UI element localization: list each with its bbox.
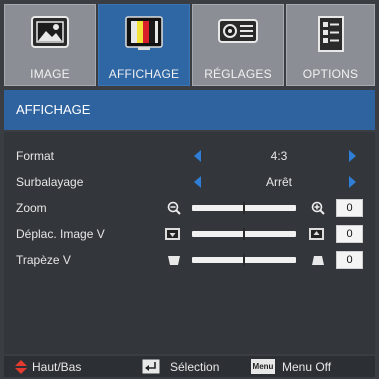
tab-affichage[interactable]: AFFICHAGE: [98, 4, 190, 86]
setting-label: Déplac. Image V: [16, 227, 105, 241]
options-list-icon: [316, 15, 346, 58]
image-shift-slider[interactable]: [192, 228, 296, 240]
keystone-slider[interactable]: [192, 254, 296, 266]
setting-trapeze-v[interactable]: Trapèze V 0: [4, 250, 375, 272]
slider-knob[interactable]: [243, 202, 245, 214]
keystone-value-box: 0: [336, 251, 363, 269]
zoom-out-icon[interactable]: [167, 201, 181, 215]
setting-zoom[interactable]: Zoom 0: [4, 198, 375, 220]
image-shift-value-box: 0: [336, 225, 363, 243]
slider-knob[interactable]: [243, 228, 245, 240]
osd-menu: IMAGE AFFICHAGE RÉGLAGES OPTIONS AFFICHA…: [0, 0, 379, 379]
slider-knob[interactable]: [243, 254, 245, 266]
arrow-right-icon[interactable]: [349, 150, 356, 162]
tab-label: OPTIONS: [302, 67, 359, 81]
image-shift-up-icon[interactable]: [308, 227, 325, 241]
setting-value: 4:3: [270, 149, 288, 163]
tab-label: AFFICHAGE: [108, 67, 180, 81]
picture-icon: [30, 15, 70, 54]
tab-label: IMAGE: [30, 67, 70, 81]
up-down-arrow-icon: [14, 360, 28, 379]
menu-key-icon: Menu: [251, 359, 275, 374]
setting-label: Trapèze V: [16, 253, 71, 267]
keystone-minus-icon[interactable]: [167, 253, 181, 267]
tab-image[interactable]: IMAGE: [4, 4, 96, 86]
setting-label: Surbalayage: [16, 175, 84, 189]
display-color-bars-icon: [124, 15, 164, 56]
setting-value: Arrêt: [265, 175, 292, 189]
setting-format[interactable]: Format 4:3: [4, 146, 375, 168]
zoom-value-box: 0: [336, 199, 363, 217]
zoom-in-icon[interactable]: [311, 201, 325, 215]
tab-bar: IMAGE AFFICHAGE RÉGLAGES OPTIONS: [4, 4, 375, 88]
projector-icon: [216, 15, 260, 52]
arrow-left-icon[interactable]: [194, 176, 201, 188]
keystone-plus-icon[interactable]: [311, 253, 325, 267]
arrow-right-icon[interactable]: [349, 176, 356, 188]
image-shift-down-icon[interactable]: [164, 227, 181, 241]
setting-surbalayage[interactable]: Surbalayage Arrêt: [4, 172, 375, 194]
section-header: AFFICHAGE: [4, 90, 375, 130]
tab-label: RÉGLAGES: [204, 67, 272, 81]
tab-options[interactable]: OPTIONS: [286, 4, 375, 86]
footer-nav-label: Haut/Bas: [32, 360, 82, 374]
footer-select-label: Sélection: [170, 360, 220, 374]
footer-menu-label: Menu Off: [282, 360, 332, 374]
tab-reglages[interactable]: RÉGLAGES: [192, 4, 284, 86]
setting-deplac-image-v[interactable]: Déplac. Image V 0: [4, 224, 375, 246]
section-title: AFFICHAGE: [16, 102, 91, 117]
arrow-left-icon[interactable]: [194, 150, 201, 162]
footer-bar: Haut/Bas Sélection Menu Menu Off: [4, 356, 375, 377]
enter-key-icon: [142, 359, 160, 379]
setting-label: Zoom: [16, 201, 47, 215]
settings-panel: Format 4:3 Surbalayage Arrêt Zoom 0 Dépl…: [4, 132, 375, 354]
zoom-slider[interactable]: [192, 202, 296, 214]
setting-label: Format: [16, 149, 55, 163]
